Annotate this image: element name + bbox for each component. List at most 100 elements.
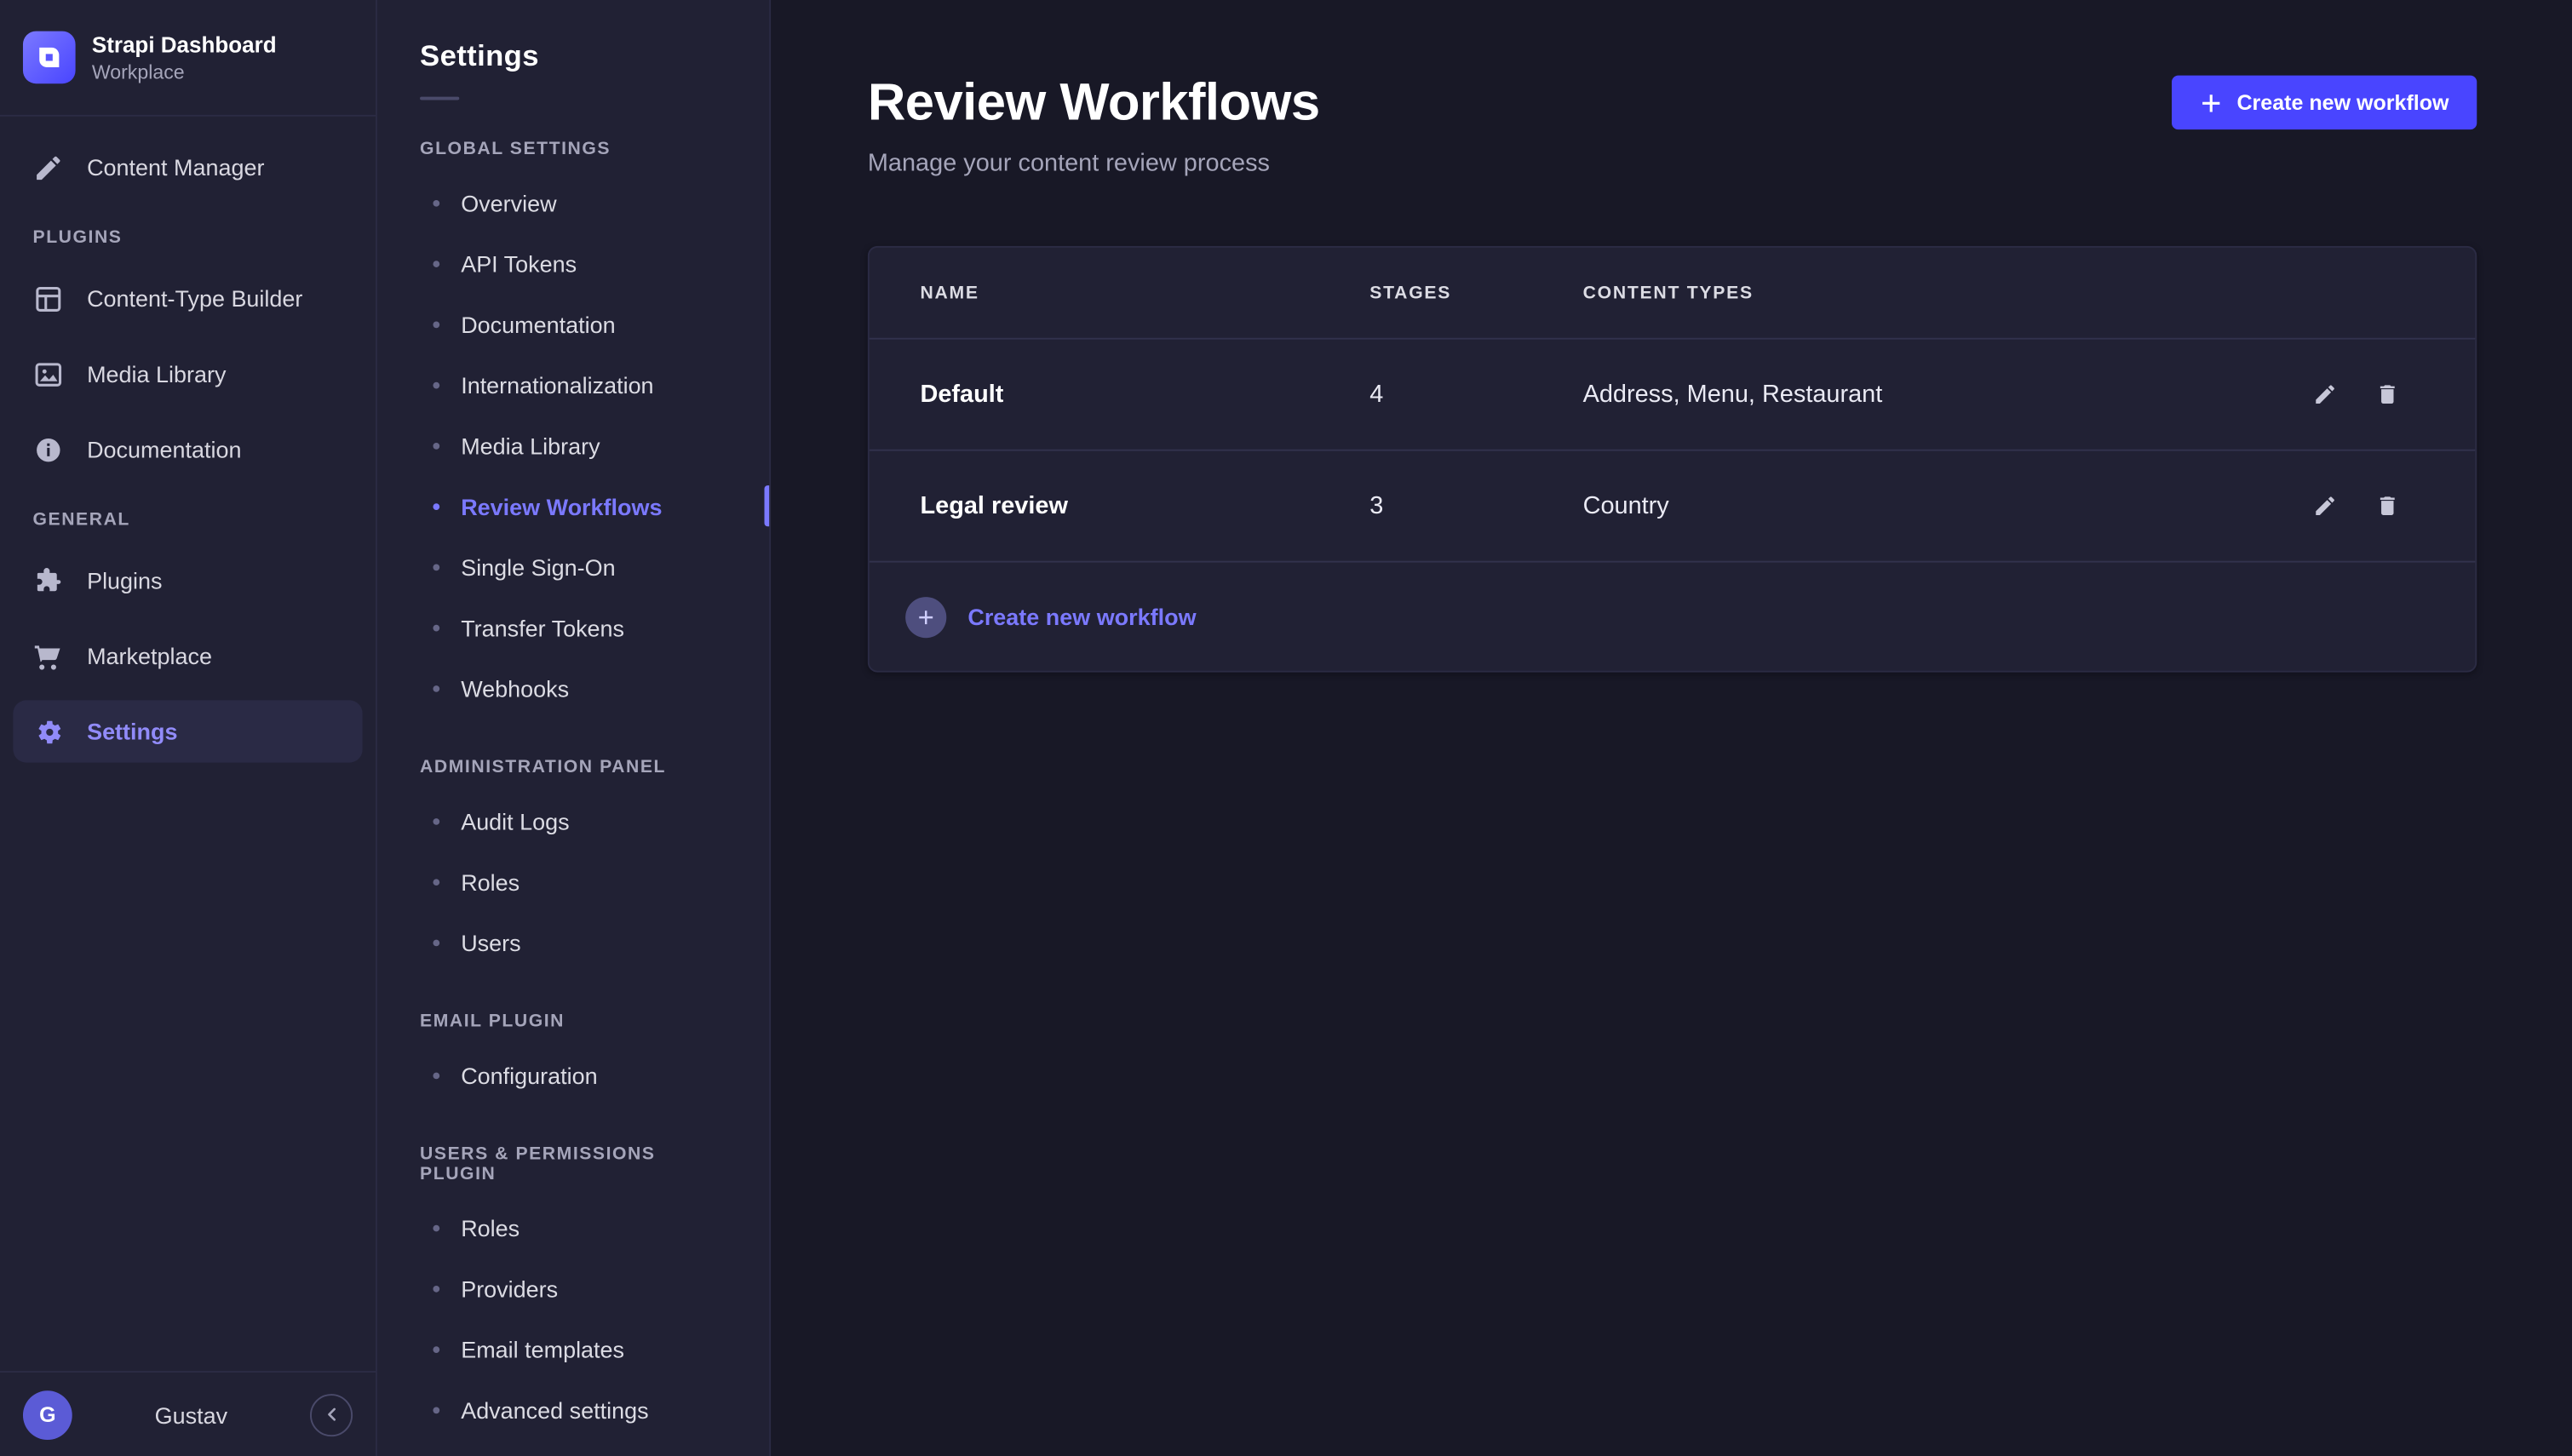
settings-subnav: Settings GLOBAL SETTINGS Overview API To… — [377, 0, 771, 1456]
layout-icon — [33, 283, 65, 314]
subnav-item-label: Overview — [461, 189, 556, 215]
subnav-item-advanced-settings[interactable]: Advanced settings — [377, 1379, 769, 1440]
subnav-section-label: GLOBAL SETTINGS — [377, 140, 769, 159]
subnav-item-up-roles[interactable]: Roles — [377, 1197, 769, 1258]
puzzle-icon — [33, 565, 65, 597]
bullet-icon — [433, 1072, 439, 1079]
subnav-item-email-templates[interactable]: Email templates — [377, 1319, 769, 1379]
bullet-icon — [433, 260, 439, 267]
bullet-icon — [433, 1224, 439, 1231]
subnav-item-label: Roles — [461, 1214, 520, 1241]
bullet-icon — [433, 1285, 439, 1292]
workflow-content-types: Address, Menu, Restaurant — [1583, 381, 2230, 409]
subnav-item-roles[interactable]: Roles — [377, 851, 769, 912]
subnav-item-users[interactable]: Users — [377, 912, 769, 972]
nav-item-content-type-builder[interactable]: Content-Type Builder — [13, 267, 362, 330]
subnav-item-label: Single Sign-On — [461, 553, 615, 580]
subnav-item-documentation[interactable]: Documentation — [377, 294, 769, 354]
active-indicator — [765, 485, 770, 526]
subnav-item-webhooks[interactable]: Webhooks — [377, 657, 769, 718]
nav-item-label: Media Library — [87, 361, 226, 387]
bullet-icon — [433, 502, 439, 509]
plus-icon — [2199, 91, 2222, 114]
bullet-icon — [433, 564, 439, 570]
collapse-sidebar-button[interactable] — [310, 1393, 353, 1436]
trash-icon — [2374, 494, 2399, 519]
subnav-item-internationalization[interactable]: Internationalization — [377, 354, 769, 415]
subnav-section-email-plugin: EMAIL PLUGIN Configuration — [377, 1012, 769, 1105]
edit-workflow-button[interactable] — [2301, 371, 2347, 417]
subnav-item-audit-logs[interactable]: Audit Logs — [377, 790, 769, 851]
column-header-name: NAME — [920, 283, 1369, 302]
row-actions — [2229, 483, 2409, 529]
delete-workflow-button[interactable] — [2363, 371, 2409, 417]
brand-subtitle: Workplace — [92, 60, 277, 83]
strapi-logo-icon — [23, 32, 76, 84]
nav-item-documentation[interactable]: Documentation — [13, 418, 362, 480]
bullet-icon — [433, 321, 439, 328]
bullet-icon — [433, 939, 439, 946]
workflow-name: Default — [920, 381, 1369, 409]
subnav-section-label: USERS & PERMISSIONS PLUGIN — [377, 1144, 769, 1184]
nav-item-label: Content-Type Builder — [87, 285, 302, 312]
page-title: Review Workflows — [868, 72, 1320, 133]
nav-item-marketplace[interactable]: Marketplace — [13, 625, 362, 687]
subnav-item-label: Roles — [461, 868, 520, 895]
subnav-item-label: Internationalization — [461, 371, 653, 398]
table-footer: Create new workflow — [870, 563, 2476, 671]
subnav-item-overview[interactable]: Overview — [377, 172, 769, 232]
user-bar: G Gustav — [0, 1371, 376, 1456]
bullet-icon — [433, 199, 439, 206]
subnav-item-configuration[interactable]: Configuration — [377, 1045, 769, 1105]
nav-item-label: Marketplace — [87, 643, 212, 669]
add-workflow-button[interactable] — [905, 596, 946, 637]
subnav-item-transfer-tokens[interactable]: Transfer Tokens — [377, 597, 769, 657]
gear-icon — [33, 716, 65, 748]
subnav-item-label: API Tokens — [461, 250, 577, 277]
subnav-item-api-tokens[interactable]: API Tokens — [377, 232, 769, 293]
bullet-icon — [433, 685, 439, 691]
plus-icon — [917, 608, 935, 626]
create-new-workflow-button[interactable]: Create new workflow — [2171, 76, 2477, 130]
subnav-item-label: Review Workflows — [461, 493, 662, 519]
nav-section-plugins: PLUGINS — [13, 228, 362, 248]
nav-item-media-library[interactable]: Media Library — [13, 343, 362, 405]
create-workflow-link[interactable]: Create new workflow — [967, 604, 1196, 630]
subnav-item-label: Email templates — [461, 1336, 624, 1362]
page-subtitle: Manage your content review process — [868, 149, 1320, 177]
subnav-section-label: EMAIL PLUGIN — [377, 1012, 769, 1031]
delete-workflow-button[interactable] — [2363, 483, 2409, 529]
subnav-section-global-settings: GLOBAL SETTINGS Overview API Tokens Docu… — [377, 140, 769, 719]
bullet-icon — [433, 1345, 439, 1352]
workflow-stages: 4 — [1369, 381, 1582, 409]
table-row[interactable]: Legal review 3 Country — [870, 451, 2476, 563]
row-actions — [2229, 371, 2409, 417]
nav-item-content-manager[interactable]: Content Manager — [13, 136, 362, 198]
bullet-icon — [433, 381, 439, 388]
subnav-item-review-workflows[interactable]: Review Workflows — [377, 476, 769, 536]
brand[interactable]: Strapi Dashboard Workplace — [0, 0, 376, 117]
edit-workflow-button[interactable] — [2301, 483, 2347, 529]
nav-item-plugins[interactable]: Plugins — [13, 549, 362, 611]
table-row[interactable]: Default 4 Address, Menu, Restaurant — [870, 340, 2476, 451]
column-header-content-types: CONTENT TYPES — [1583, 283, 2230, 302]
subnav-section-label: ADMINISTRATION PANEL — [377, 758, 769, 777]
bullet-icon — [433, 624, 439, 631]
workflow-stages: 3 — [1369, 492, 1582, 520]
subnav-item-label: Audit Logs — [461, 808, 569, 834]
nav-item-settings[interactable]: Settings — [13, 700, 362, 762]
subnav-item-label: Advanced settings — [461, 1396, 648, 1423]
subnav-item-single-sign-on[interactable]: Single Sign-On — [377, 536, 769, 597]
subnav-item-label: Configuration — [461, 1062, 597, 1088]
main-content: Review Workflows Manage your content rev… — [771, 0, 2572, 1456]
avatar[interactable]: G — [23, 1390, 72, 1439]
subnav-item-label: Providers — [461, 1275, 558, 1301]
subnav-item-media-library[interactable]: Media Library — [377, 415, 769, 475]
subnav-item-providers[interactable]: Providers — [377, 1258, 769, 1318]
info-icon — [33, 433, 65, 465]
nav-item-label: Plugins — [87, 567, 162, 593]
subnav-item-label: Users — [461, 929, 520, 955]
subnav-item-label: Transfer Tokens — [461, 614, 624, 640]
create-new-workflow-label: Create new workflow — [2236, 90, 2449, 115]
edit-icon — [2312, 494, 2337, 519]
